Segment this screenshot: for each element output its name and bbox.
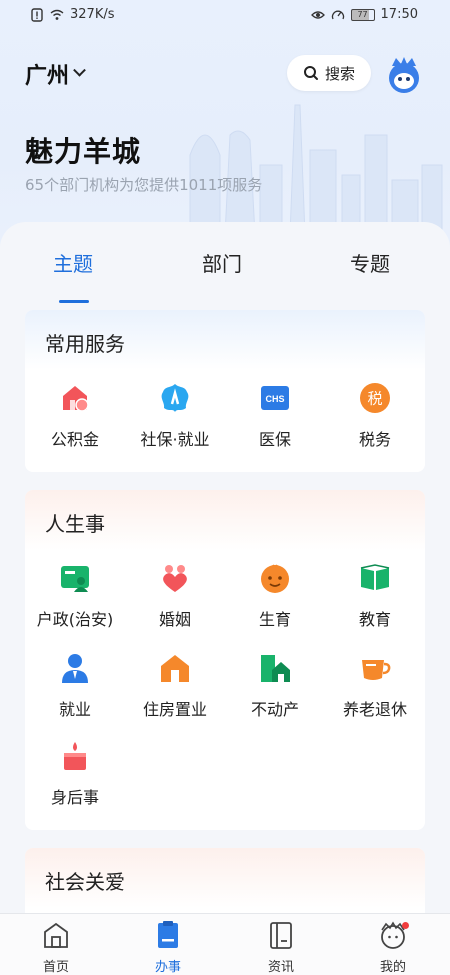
mascot-avatar-icon[interactable] [384,54,424,94]
nav-home[interactable]: 首页 [16,920,96,975]
alert-icon [31,7,43,22]
household-id-icon [61,566,89,592]
service-medical-insurance[interactable]: CHS 医保 [225,382,325,450]
nav-label: 资讯 [267,960,294,975]
notification-dot [402,922,409,929]
city-name: 广州 [25,64,70,89]
life-events-card: 人生事 户政(治安) 婚姻 生育 教育 就业 住房置业 不动产 养老退休 身后事 [25,490,425,830]
item-label: 养老退休 [342,700,407,719]
wifi-icon [50,9,64,20]
search-button[interactable]: 搜索 [287,55,371,91]
card-title: 人生事 [45,512,105,536]
item-label: 生育 [258,610,291,629]
life-employment[interactable]: 就业 [25,652,125,720]
chevron-down-icon [73,63,86,77]
tab-special-topic[interactable]: 专题 [350,248,390,277]
life-real-estate[interactable]: 不动产 [225,652,325,720]
house-icon [161,655,189,682]
life-funeral-affairs[interactable]: 身后事 [25,740,125,808]
card-title: 常用服务 [45,332,125,356]
bottom-navigation: 首页 办事 资讯 我的 [0,913,450,975]
life-pension-retirement[interactable]: 养老退休 [325,652,425,720]
chs-badge-text: CHS [265,394,284,404]
item-label: 婚姻 [158,610,191,629]
hero-title: 魅力羊城 [25,135,142,168]
item-label: 不动产 [250,700,299,719]
tasks-icon [158,921,178,948]
baby-face-icon [261,564,289,593]
housing-fund-icon [63,386,89,412]
category-tabs: 主题 部门 专题 [0,240,450,303]
chs-medical-icon: CHS [261,386,289,410]
tab-department[interactable]: 部门 [202,248,242,277]
search-label: 搜索 [324,64,355,83]
content-sheet: 主题 部门 专题 常用服务 公积金 社保·就业 CHS 医保 税 税务 人生事 [0,222,450,922]
book-icon [360,564,390,590]
service-housing-fund[interactable]: 公积金 [25,382,125,450]
item-label: 住房置业 [142,700,207,719]
social-security-icon [161,384,189,412]
hero-subtitle: 65个部门机构为您提供1011项服务 [25,176,263,194]
item-label: 医保 [258,430,291,449]
status-bar: 327K/s 77 17:50 [0,0,450,30]
item-label: 教育 [358,610,391,629]
nav-label: 办事 [154,960,181,975]
service-tax[interactable]: 税 税务 [325,382,425,450]
city-selector[interactable]: 广州 [25,58,86,90]
item-label: 户政(治安) [36,610,114,629]
item-label: 就业 [58,700,91,719]
battery-indicator: 77 [350,8,375,21]
life-housing-purchase[interactable]: 住房置业 [125,652,225,720]
tax-icon: 税 [360,383,390,413]
city-skyline-illustration [189,104,443,235]
employee-icon [62,654,88,683]
item-label: 社保·就业 [140,430,210,449]
nav-news[interactable]: 资讯 [241,920,321,975]
home-icon [44,922,68,948]
active-tab-indicator [59,300,89,303]
item-label: 税务 [358,430,391,449]
speedometer-icon [331,10,344,19]
life-household-registration[interactable]: 户政(治安) [25,562,125,630]
candle-icon [64,742,86,770]
tax-badge-text: 税 [367,390,382,408]
network-speed: 327K/s [70,7,115,22]
search-icon [303,66,318,80]
property-icon [261,655,290,682]
life-childbirth[interactable]: 生育 [225,562,325,630]
nav-label: 我的 [379,960,406,975]
life-education[interactable]: 教育 [325,562,425,630]
item-label: 身后事 [50,788,99,807]
life-marriage[interactable]: 婚姻 [125,562,225,630]
service-social-security[interactable]: 社保·就业 [125,382,225,450]
social-care-card: 社会关爱 [25,848,425,922]
clock-time: 17:50 [380,7,418,22]
marriage-hearts-icon [163,565,187,592]
nav-services[interactable]: 办事 [128,920,208,975]
item-label: 公积金 [50,430,99,449]
common-services-card: 常用服务 公积金 社保·就业 CHS 医保 税 税务 [25,310,425,472]
eye-icon [310,10,325,19]
news-icon [270,922,292,949]
teacup-icon [362,660,391,680]
tab-theme[interactable]: 主题 [53,248,93,277]
nav-label: 首页 [42,960,69,975]
card-title: 社会关爱 [45,870,125,894]
nav-profile[interactable]: 我的 [353,920,433,975]
